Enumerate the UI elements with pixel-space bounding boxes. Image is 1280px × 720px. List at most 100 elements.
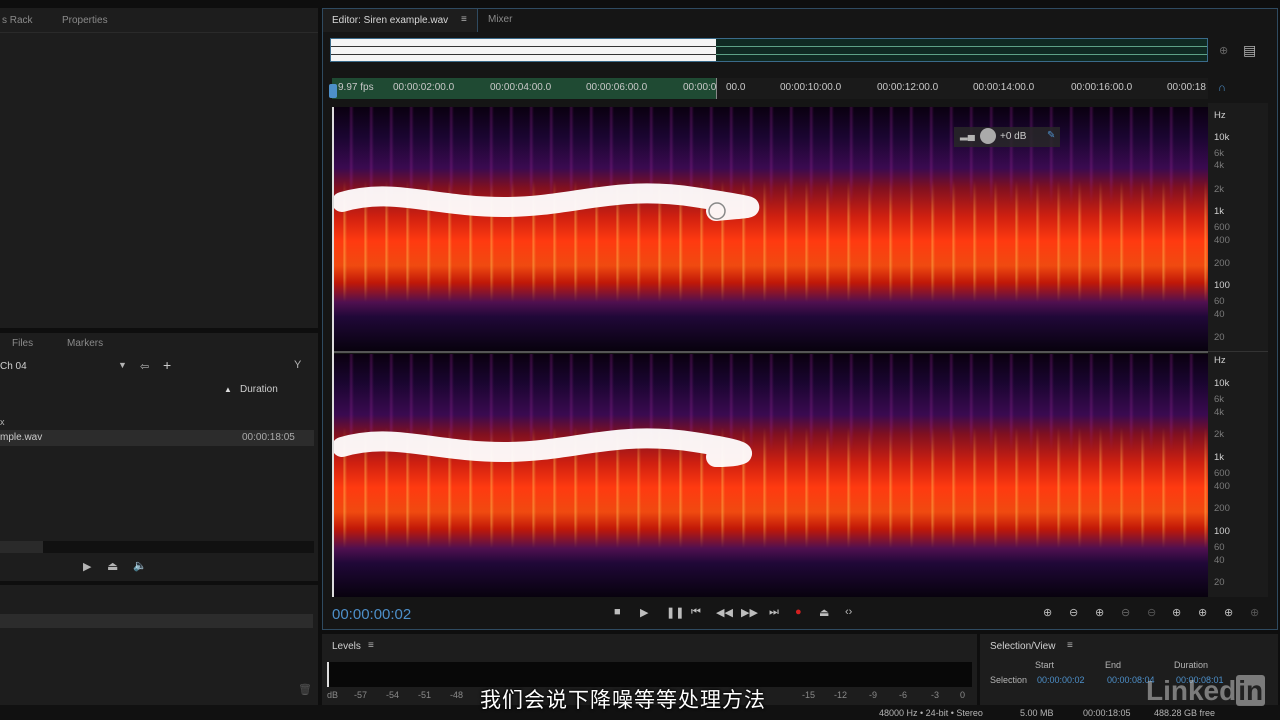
hz-label: 40 xyxy=(1214,309,1225,320)
loop-export-icon[interactable]: ⏏ xyxy=(819,606,829,619)
file-name: mple.wav xyxy=(0,432,43,443)
sort-ascending-icon[interactable]: ▲ xyxy=(224,385,232,394)
db-label: -6 xyxy=(899,690,908,700)
zoom-out-time-icon[interactable]: ⊖ xyxy=(1121,606,1130,619)
play-icon[interactable]: ▶ xyxy=(640,606,648,619)
ruler-tick: 00:00:12:00.0 xyxy=(877,82,939,93)
subtitle: 我们会说下降噪等等处理方法 xyxy=(480,689,766,712)
ruler-tick: 00:00:14:00.0 xyxy=(973,82,1035,93)
rewind-icon[interactable]: ◀◀ xyxy=(716,606,733,619)
file-row-selected[interactable]: mple.wav 00:00:18:05 xyxy=(0,430,314,446)
ruler-tick: 00:00:02:00.0 xyxy=(393,82,455,93)
panel-menu-icon[interactable]: ≡ xyxy=(461,14,467,25)
ruler-tick: 00.0 xyxy=(726,82,746,93)
zoom-reset-icon[interactable]: ⊕ xyxy=(1250,606,1259,619)
db-label: -3 xyxy=(931,690,940,700)
fast-forward-icon[interactable]: ▶▶ xyxy=(741,606,758,619)
selection-start-field[interactable]: 00:00:00:02 xyxy=(1037,675,1085,685)
tab-editor[interactable]: Editor: Siren example.wav ≡ xyxy=(322,8,478,32)
hud-gain-value[interactable]: +0 dB xyxy=(1000,131,1026,142)
skip-selection-icon[interactable]: ‹› xyxy=(845,606,852,618)
db-label: -12 xyxy=(834,690,848,700)
hz-label: 20 xyxy=(1214,332,1225,343)
pin-icon[interactable]: ✎ xyxy=(1047,130,1055,141)
header-duration: Duration xyxy=(1174,660,1209,670)
trash-icon[interactable]: 🗑 xyxy=(298,683,312,696)
tab-effects-rack[interactable]: s Rack xyxy=(2,15,33,26)
hud-gain-control[interactable]: ▂▄ +0 dB ✎ xyxy=(954,127,1060,147)
add-icon[interactable]: + xyxy=(163,357,171,373)
hz-label: 60 xyxy=(1214,542,1225,553)
tab-files[interactable]: Files xyxy=(12,338,33,349)
hz-label: 1k xyxy=(1214,206,1225,217)
hz-label: 40 xyxy=(1214,555,1225,566)
hz-label: 1k xyxy=(1214,452,1225,463)
waveform-overview[interactable] xyxy=(330,38,1208,62)
hz-unit: Hz xyxy=(1214,110,1226,121)
file-row[interactable]: x xyxy=(0,417,314,431)
zoom-to-in-point-icon[interactable]: ⊕ xyxy=(1172,606,1181,619)
hz-label: 2k xyxy=(1214,429,1225,440)
effects-rack-panel: s Rack Properties xyxy=(0,8,318,328)
levels-title: Levels xyxy=(332,641,361,652)
tab-properties[interactable]: Properties xyxy=(62,15,108,26)
panel-menu-icon[interactable]: ≡ xyxy=(1067,640,1073,651)
ruler-tick: 00:00:10:00.0 xyxy=(780,82,842,93)
files-panel: Files Markers Ch 04 ▼ ⇦ + Y ▲ Duration x… xyxy=(0,333,318,581)
auto-play-speaker-icon[interactable]: 🔈 xyxy=(133,559,147,572)
stop-icon[interactable]: ■ xyxy=(614,606,621,618)
hz-label: 6k xyxy=(1214,148,1225,159)
snap-magnet-icon[interactable]: ∩ xyxy=(1218,82,1226,94)
zoom-to-out-point-icon[interactable]: ⊕ xyxy=(1198,606,1207,619)
zoom-out-full-icon[interactable]: ⊖ xyxy=(1147,606,1156,619)
brush-selection-strokes[interactable] xyxy=(334,107,1208,597)
filter-icon[interactable]: Y xyxy=(294,359,301,371)
pause-icon[interactable]: ❚❚ xyxy=(666,606,684,619)
volume-knob-icon[interactable] xyxy=(980,128,996,144)
dropdown-value: Ch 04 xyxy=(0,361,27,372)
hz-unit: Hz xyxy=(1214,355,1226,366)
column-header-duration[interactable]: Duration xyxy=(240,384,278,395)
ruler-tick: 00:00:04:00.0 xyxy=(490,82,552,93)
back-arrow-icon[interactable]: ⇦ xyxy=(140,360,149,373)
db-label: -57 xyxy=(354,690,368,700)
overview-visible-range[interactable] xyxy=(331,39,717,61)
zoom-icon[interactable]: ⊕ xyxy=(1219,44,1228,57)
play-icon[interactable]: ▶ xyxy=(83,560,91,573)
skip-to-start-icon[interactable]: ⏮ xyxy=(691,606,701,619)
zoom-out-amplitude-icon[interactable]: ⊖ xyxy=(1069,606,1078,619)
skip-to-end-icon[interactable]: ⏭ xyxy=(769,606,779,619)
hz-label: 100 xyxy=(1214,280,1230,291)
files-dropdown[interactable]: Ch 04 ▼ xyxy=(0,359,130,375)
tab-markers[interactable]: Markers xyxy=(67,338,103,349)
frequency-scale-ch1: Hz 10k 6k 4k 2k 1k 600 400 200 100 60 40… xyxy=(1208,103,1268,351)
db-label: -54 xyxy=(386,690,400,700)
brush-stroke-ch1 xyxy=(334,183,760,221)
zoom-selection-icon[interactable]: ⊕ xyxy=(1224,606,1233,619)
tab-mixer[interactable]: Mixer xyxy=(488,14,512,25)
tab-editor-label: Editor: Siren example.wav xyxy=(332,15,449,26)
playhead-marker[interactable] xyxy=(329,84,337,98)
horizontal-scrollbar[interactable] xyxy=(0,541,314,553)
hz-label: 200 xyxy=(1214,503,1230,514)
header-start: Start xyxy=(1035,660,1055,670)
header-end: End xyxy=(1105,660,1122,670)
status-duration: 00:00:18:05 xyxy=(1083,708,1131,718)
hz-label: 600 xyxy=(1214,222,1230,233)
hz-label: 400 xyxy=(1214,481,1230,492)
db-label: dB xyxy=(327,690,339,700)
zoom-in-amplitude-icon[interactable]: ⊕ xyxy=(1043,606,1052,619)
zoom-in-time-icon[interactable]: ⊕ xyxy=(1095,606,1104,619)
hz-label: 20 xyxy=(1214,577,1225,588)
db-label: -51 xyxy=(418,690,432,700)
history-panel: 🗑 xyxy=(0,585,318,705)
selection-view-title: Selection/View xyxy=(990,641,1056,652)
current-time-display[interactable]: 00:00:00:02 xyxy=(332,606,411,623)
hz-label: 4k xyxy=(1214,160,1225,171)
record-icon[interactable]: ● xyxy=(795,606,802,618)
hz-label: 100 xyxy=(1214,526,1230,537)
export-icon[interactable]: ⏏ xyxy=(107,559,118,573)
file-name: x xyxy=(0,417,5,427)
panel-menu-icon[interactable]: ≡ xyxy=(368,640,374,651)
menu-icon[interactable]: ▤ xyxy=(1243,42,1256,59)
